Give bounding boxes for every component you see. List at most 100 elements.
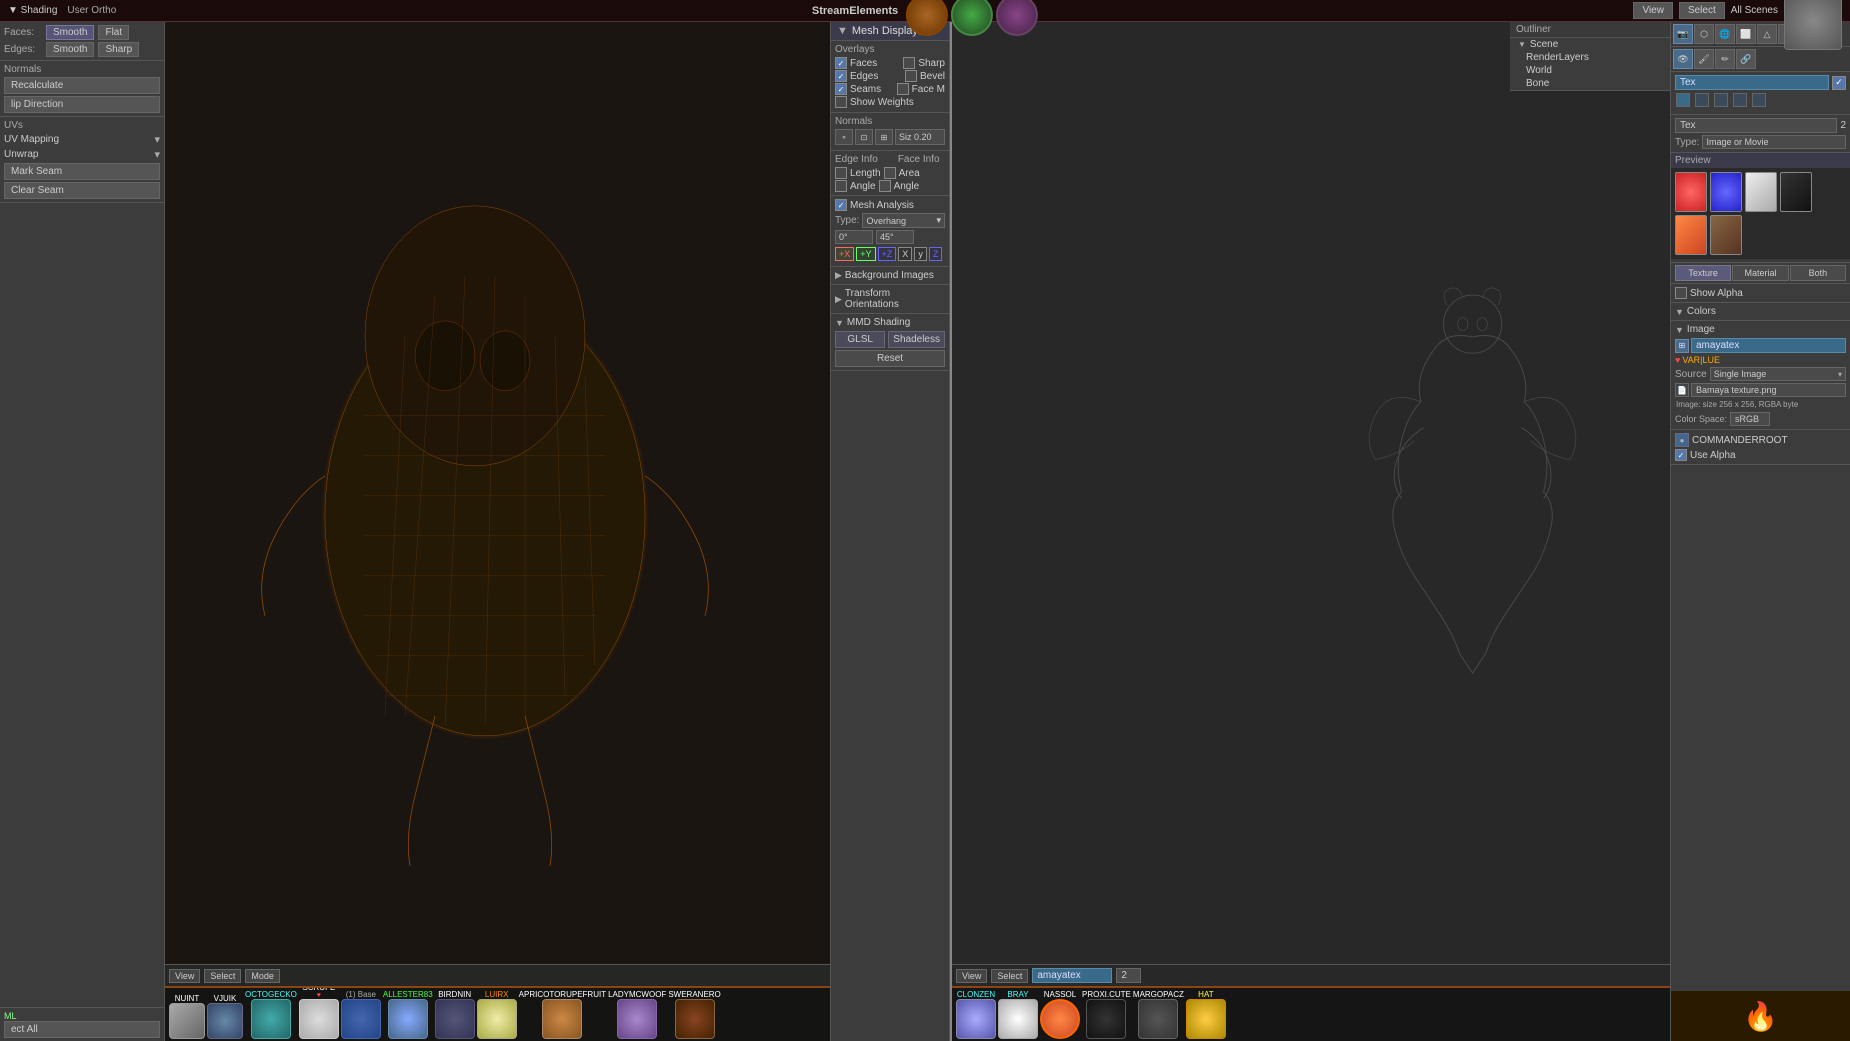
length-cb[interactable] — [835, 167, 847, 179]
texture-tab[interactable]: Texture — [1675, 265, 1731, 281]
allester-icon — [388, 999, 428, 1039]
outliner-world[interactable]: World — [1510, 64, 1670, 77]
seams-cb[interactable]: ✓ — [835, 83, 847, 95]
flip-direction-btn[interactable]: lip Direction — [4, 96, 160, 113]
outliner-bone[interactable]: Bone — [1510, 77, 1670, 90]
seams-cb-label: Seams — [850, 84, 894, 95]
x-btn[interactable]: X — [898, 247, 912, 261]
tex-checkbox[interactable]: ✓ — [1832, 76, 1846, 90]
outliner-renderlayers[interactable]: RenderLayers — [1510, 51, 1670, 64]
faces-cb[interactable]: ✓ — [835, 57, 847, 69]
type-row: Type: Overhang ▾ — [835, 213, 945, 228]
prop-icon-link[interactable]: 🔗 — [1736, 49, 1756, 69]
second-viewport[interactable]: View Select CLONZEN BRAY — [950, 22, 1670, 1041]
mode-dropdown[interactable]: Mode — [245, 969, 280, 983]
weights-cb[interactable] — [835, 96, 847, 108]
bray-name: BRAY — [1007, 990, 1028, 999]
image-reload-row: ♥ VAR|LUE — [1675, 355, 1846, 365]
transform-header: ▶ Transform Orientations — [835, 288, 945, 310]
smooth2-btn[interactable]: Smooth — [46, 42, 94, 57]
tex-type-section: 2 Type: Image or Movie — [1671, 115, 1850, 153]
overhang-dropdown[interactable]: Overhang ▾ — [862, 213, 945, 228]
norm-split-btn[interactable]: ⊞ — [875, 129, 893, 145]
mesh-analysis-cb[interactable]: ✓ — [835, 199, 847, 211]
edges-cb[interactable]: ✓ — [835, 70, 847, 82]
image-name-field[interactable] — [1691, 338, 1846, 353]
bevel-cb[interactable] — [905, 70, 917, 82]
select-btn-left[interactable]: Select — [204, 969, 241, 983]
shadeless-btn[interactable]: Shadeless — [888, 331, 945, 348]
norm-face-btn[interactable]: ⊡ — [855, 129, 873, 145]
avatar-ladymcwoof: LADYMCWOOF — [608, 990, 666, 1039]
nuint-icon — [169, 1003, 205, 1039]
prop-icon-edit[interactable]: ✏ — [1715, 49, 1735, 69]
zp-btn[interactable]: +Z — [878, 247, 897, 261]
flame-icon: 🔥 — [1743, 1000, 1778, 1033]
colors-label: Colors — [1687, 306, 1716, 317]
glsl-btn[interactable]: GLSL — [835, 331, 885, 348]
view-btn-right[interactable]: View — [956, 969, 987, 983]
norm-size-field[interactable] — [895, 129, 945, 145]
view-btn-left[interactable]: View — [169, 969, 200, 983]
tex-num-label: 2 — [1840, 120, 1846, 131]
center-viewport[interactable]: View Select Mode NUINT VJUIK — [165, 22, 830, 1041]
file-name-field[interactable] — [1691, 383, 1846, 397]
faces-checkbox-row: ✓ Faces Sharp — [835, 57, 945, 69]
prop-icon-eye[interactable]: 👁 — [1673, 49, 1693, 69]
select-btn-right[interactable]: Select — [991, 969, 1028, 983]
use-alpha-cb[interactable]: ✓ — [1675, 449, 1687, 461]
smooth-btn[interactable]: Smooth — [46, 25, 94, 40]
xp-btn[interactable]: +X — [835, 247, 854, 261]
source-dropdown[interactable]: Single Image ▾ — [1710, 367, 1846, 381]
y-btn[interactable]: y — [914, 247, 927, 261]
avatar-luirx: LUIRX — [477, 990, 517, 1039]
tex-number-field[interactable] — [1675, 118, 1837, 133]
material-tab[interactable]: Material — [1732, 265, 1788, 281]
prop-icon-brush[interactable]: 🖌 — [1694, 49, 1714, 69]
tex-slot-1[interactable] — [1676, 93, 1690, 107]
sharp-cb[interactable] — [903, 57, 915, 69]
tex-slot-3[interactable] — [1714, 93, 1728, 107]
show-alpha-cb[interactable] — [1675, 287, 1687, 299]
view-button[interactable]: View — [1633, 2, 1673, 19]
facem-cb[interactable] — [897, 83, 909, 95]
clear-seam-btn[interactable]: Clear Seam — [4, 182, 160, 199]
tex-num-right[interactable] — [1116, 968, 1141, 983]
angle-val1[interactable] — [835, 230, 873, 244]
both-tab[interactable]: Both — [1790, 265, 1846, 281]
select-button[interactable]: Select — [1679, 2, 1725, 19]
angle1-cb[interactable] — [835, 180, 847, 192]
type-dropdown[interactable]: Image or Movie — [1702, 135, 1846, 149]
outliner-scene[interactable]: ▼ Scene — [1510, 38, 1670, 51]
z-btn[interactable]: Z — [929, 247, 943, 261]
tex-slot-4[interactable] — [1733, 93, 1747, 107]
flat-btn[interactable]: Flat — [98, 25, 129, 40]
recalculate-btn[interactable]: Recalculate — [4, 77, 160, 94]
edges-label: Edges: — [4, 44, 42, 55]
yp-btn[interactable]: +Y — [856, 247, 875, 261]
mark-seam-btn[interactable]: Mark Seam — [4, 163, 160, 180]
tex-slot-5[interactable] — [1752, 93, 1766, 107]
base-label: (1) Base — [341, 990, 381, 1039]
source-label: Source — [1675, 369, 1707, 380]
area-cb[interactable] — [884, 167, 896, 179]
angle-val2[interactable] — [876, 230, 914, 244]
select-all-btn[interactable]: ect All — [4, 1021, 160, 1038]
shading-section: Faces: Smooth Flat Edges: Smooth Sharp — [0, 22, 164, 61]
color-space-field[interactable] — [1730, 412, 1770, 426]
stream-elements-logo: StreamElements — [812, 5, 898, 17]
outliner-avatar — [1784, 0, 1842, 50]
nassol-icon — [1040, 999, 1080, 1039]
sharp-btn[interactable]: Sharp — [98, 42, 139, 57]
tex-slot-2[interactable] — [1695, 93, 1709, 107]
length-label: Length — [850, 168, 881, 179]
tex-name-right[interactable] — [1032, 968, 1112, 983]
base-icon — [341, 999, 381, 1039]
commanderroot-section: ● COMMANDERROOT ✓ Use Alpha — [1671, 430, 1850, 465]
angle2-cb[interactable] — [879, 180, 891, 192]
tex-name-field[interactable] — [1675, 75, 1829, 90]
reset-btn[interactable]: Reset — [835, 350, 945, 367]
norm-vertex-btn[interactable]: ⚬ — [835, 129, 853, 145]
char-2 — [951, 0, 993, 36]
seams-checkbox-row: ✓ Seams Face M — [835, 83, 945, 95]
